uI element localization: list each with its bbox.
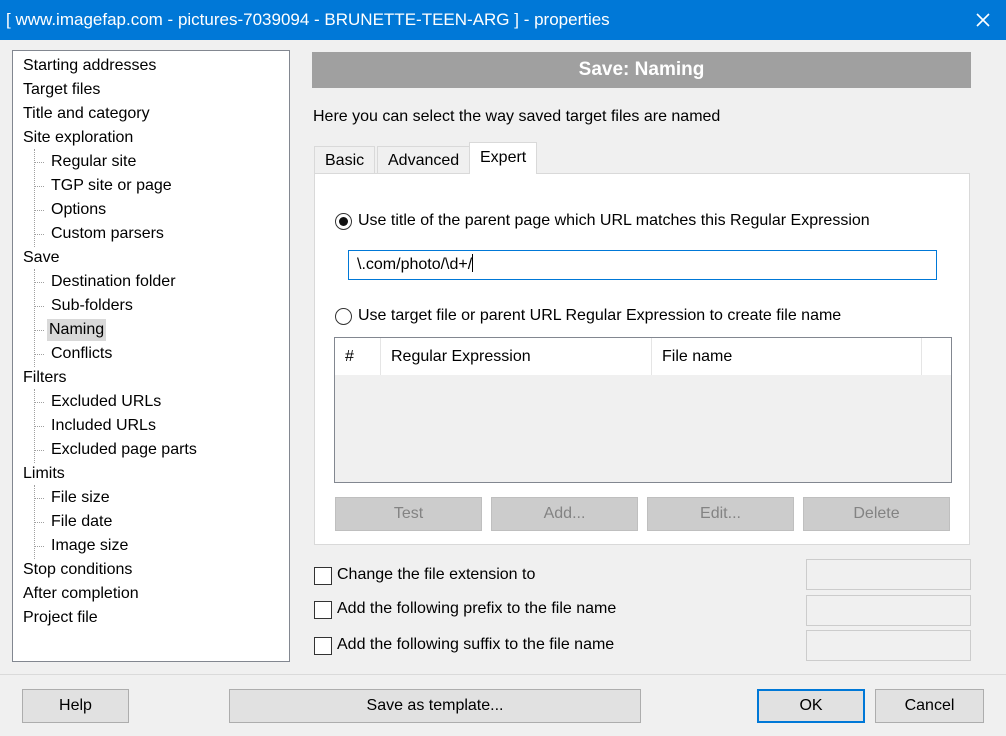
regex-input-value: \.com/photo/\d+/ [357, 256, 473, 273]
prefix-checkbox[interactable] [314, 601, 332, 619]
tree-item-file-size[interactable]: File size [49, 487, 112, 509]
help-button[interactable]: Help [22, 689, 129, 723]
title-bar: [ www.imagefap.com - pictures-7039094 - … [0, 0, 1006, 40]
regex-grid[interactable]: # Regular Expression File name [334, 337, 952, 483]
tree-item-limits[interactable]: Limits [21, 463, 67, 485]
tree-item-save[interactable]: Save [21, 247, 61, 269]
tree-item-filters[interactable]: Filters [21, 367, 69, 389]
tree-item-destination-folder[interactable]: Destination folder [49, 271, 178, 293]
suffix-input[interactable] [806, 630, 971, 661]
tree-item-starting-addresses[interactable]: Starting addresses [21, 55, 158, 77]
radio-use-target-label[interactable]: Use target file or parent URL Regular Ex… [358, 307, 841, 325]
extension-input[interactable] [806, 559, 971, 590]
tree-item-conflicts[interactable]: Conflicts [49, 343, 114, 365]
tree-item-excluded-urls[interactable]: Excluded URLs [49, 391, 163, 413]
delete-button[interactable]: Delete [803, 497, 950, 531]
save-as-template-button[interactable]: Save as template... [229, 689, 641, 723]
tree-item-custom-parsers[interactable]: Custom parsers [49, 223, 166, 245]
edit-button[interactable]: Edit... [647, 497, 794, 531]
change-extension-label[interactable]: Change the file extension to [337, 566, 535, 584]
cancel-button[interactable]: Cancel [875, 689, 984, 723]
navigation-tree[interactable]: Starting addresses Target files Title an… [12, 50, 290, 662]
close-icon[interactable] [966, 4, 1000, 36]
test-button[interactable]: Test [335, 497, 482, 531]
section-description: Here you can select the way saved target… [313, 108, 721, 125]
ok-button[interactable]: OK [757, 689, 865, 723]
tab-advanced[interactable]: Advanced [377, 146, 471, 174]
grid-column-filename[interactable]: File name [652, 338, 922, 375]
tree-item-file-date[interactable]: File date [49, 511, 114, 533]
grid-column-number[interactable]: # [335, 338, 381, 375]
grid-header: # Regular Expression File name [335, 338, 951, 375]
add-button[interactable]: Add... [491, 497, 638, 531]
window-title: [ www.imagefap.com - pictures-7039094 - … [6, 10, 610, 29]
radio-use-target[interactable] [335, 308, 352, 325]
radio-use-title-label[interactable]: Use title of the parent page which URL m… [358, 212, 870, 230]
prefix-input[interactable] [806, 595, 971, 626]
text-caret [472, 254, 474, 272]
tree-item-project-file[interactable]: Project file [21, 607, 100, 629]
tree-connector [34, 269, 35, 367]
section-header: Save: Naming [312, 52, 971, 88]
radio-use-title[interactable] [335, 213, 352, 230]
tree-item-included-urls[interactable]: Included URLs [49, 415, 158, 437]
tree-item-after-completion[interactable]: After completion [21, 583, 141, 605]
regex-input[interactable]: \.com/photo/\d+/ [348, 250, 937, 280]
suffix-label[interactable]: Add the following suffix to the file nam… [337, 636, 614, 654]
tree-item-target-files[interactable]: Target files [21, 79, 102, 101]
tree-item-title-and-category[interactable]: Title and category [21, 103, 152, 125]
tree-item-sub-folders[interactable]: Sub-folders [49, 295, 135, 317]
tree-item-tgp-site[interactable]: TGP site or page [49, 175, 174, 197]
tree-item-site-exploration[interactable]: Site exploration [21, 127, 135, 149]
prefix-label[interactable]: Add the following prefix to the file nam… [337, 600, 616, 618]
tab-expert[interactable]: Expert [469, 142, 538, 174]
grid-column-regex[interactable]: Regular Expression [381, 338, 652, 375]
tree-item-image-size[interactable]: Image size [49, 535, 130, 557]
tab-basic[interactable]: Basic [314, 146, 376, 174]
tree-item-options[interactable]: Options [49, 199, 108, 221]
tree-item-stop-conditions[interactable]: Stop conditions [21, 559, 134, 581]
tree-item-excluded-page-parts[interactable]: Excluded page parts [49, 439, 199, 461]
tree-connector [34, 149, 35, 247]
suffix-checkbox[interactable] [314, 637, 332, 655]
tree-item-naming[interactable]: Naming [47, 319, 107, 341]
tree-item-regular-site[interactable]: Regular site [49, 151, 138, 173]
change-extension-checkbox[interactable] [314, 567, 332, 585]
